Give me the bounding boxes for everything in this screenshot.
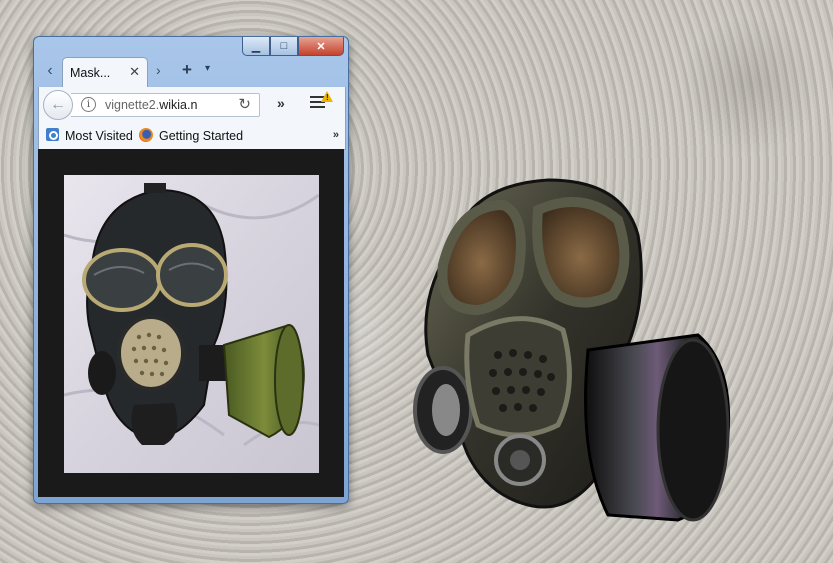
url-text[interactable]: vignette2.wikia.n <box>105 98 197 112</box>
bookmarks-overflow-icon[interactable]: » <box>333 129 339 141</box>
browser-window[interactable]: ▁ □ ✕ ‹ Mask... ✕ › + ▾ i vignette2.wiki… <box>33 36 349 504</box>
most-visited-icon <box>46 128 59 141</box>
bookmarks-toolbar: Most Visited Getting Started » <box>38 123 346 150</box>
toolbar-overflow-icon[interactable]: » <box>277 95 285 111</box>
tab-mask[interactable]: Mask... ✕ <box>62 57 148 88</box>
gas-mask-desktop-icon[interactable] <box>408 175 738 535</box>
chevron-right-icon[interactable]: › <box>156 62 161 78</box>
tab-list-dropdown-icon[interactable]: ▾ <box>205 63 210 74</box>
warning-icon: ! <box>321 91 333 102</box>
bookmark-getting-started[interactable]: Getting Started <box>159 129 243 143</box>
new-tab-button[interactable]: + <box>182 60 192 80</box>
url-bar[interactable]: i vignette2.wikia.n ↻ <box>71 93 260 117</box>
page-content <box>38 149 344 497</box>
info-icon[interactable]: i <box>81 97 96 112</box>
navigation-toolbar: i vignette2.wikia.n ↻ ← » ! <box>38 87 346 123</box>
reload-icon[interactable]: ↻ <box>238 95 251 113</box>
tab-close-icon[interactable]: ✕ <box>129 64 140 80</box>
bookmark-most-visited[interactable]: Most Visited <box>65 129 133 143</box>
hamburger-menu-button[interactable]: ! <box>309 91 333 115</box>
chevron-left-icon[interactable]: ‹ <box>40 61 60 81</box>
gas-mask-photo <box>64 175 319 473</box>
tab-strip: ‹ Mask... ✕ › + ▾ <box>38 53 344 88</box>
tab-title: Mask... <box>70 66 111 80</box>
firefox-icon <box>139 128 153 142</box>
back-button[interactable]: ← <box>43 90 73 120</box>
